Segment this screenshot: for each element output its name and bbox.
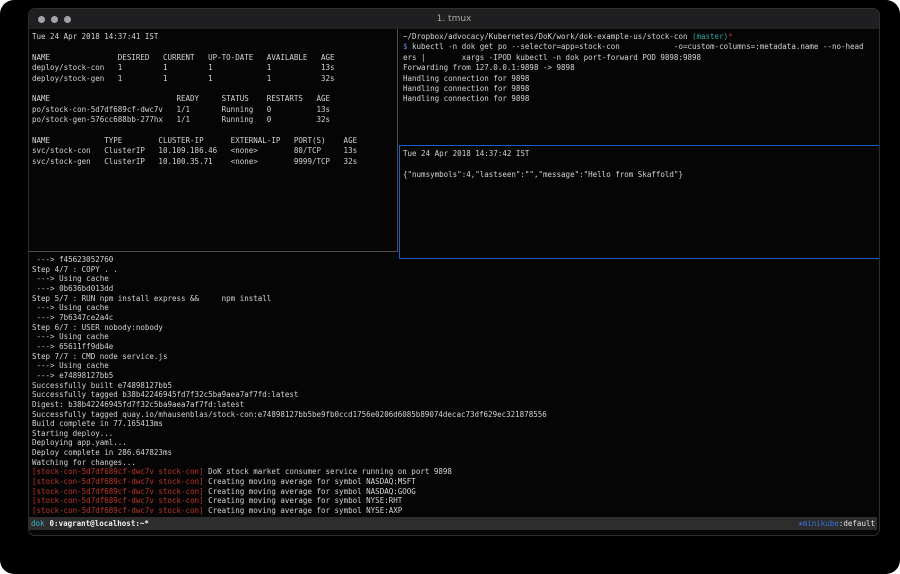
terminal-line: Successfully tagged b38b42246945fd7f32c5…: [32, 390, 875, 400]
terminal-line: [32, 126, 395, 136]
tmux-window-item[interactable]: 0:vagrant@localhost:~*: [50, 519, 149, 528]
terminal-line: Step 7/7 : CMD node service.js: [32, 352, 875, 362]
terminal-line: Starting deploy...: [32, 429, 875, 439]
terminal-line: [stock-con-5d7df689cf-dwc7v stock-con] C…: [32, 487, 875, 497]
terminal-line: Tue 24 Apr 2018 14:37:41 IST: [32, 32, 395, 42]
tmux-session-name[interactable]: dok: [31, 519, 45, 528]
terminal-line: ---> e74898127bb5: [32, 371, 875, 381]
terminal-line: Step 6/7 : USER nobody:nobody: [32, 323, 875, 333]
terminal-line: Forwarding from 127.0.0.1:9898 -> 9898: [403, 63, 875, 73]
pane-divider-horizontal[interactable]: [29, 251, 398, 252]
kube-context-label: minikube: [803, 519, 839, 528]
terminal-line: $ kubectl -n dok get po --selector=app=s…: [403, 42, 875, 52]
terminal-line: po/stock-con-5d7df689cf-dwc7v 1/1 Runnin…: [32, 105, 395, 115]
terminal-line: svc/stock-con ClusterIP 10.109.186.46 <n…: [32, 146, 395, 156]
terminal-line: ---> Using cache: [32, 361, 875, 371]
terminal-line: [stock-con-5d7df689cf-dwc7v stock-con] C…: [32, 506, 875, 516]
terminal-line: Successfully built e74898127bb5: [32, 381, 875, 391]
terminal-line: ers | xargs -IPOD kubectl -n dok port-fo…: [403, 53, 875, 63]
terminal-line: ~/Dropbox/advocacy/Kubernetes/DoK/work/d…: [403, 32, 875, 42]
terminal-line: NAME TYPE CLUSTER-IP EXTERNAL-IP PORT(S)…: [32, 136, 395, 146]
terminal-line: ---> 7b6347ce2a4c: [32, 313, 875, 323]
terminal-line: NAME DESIRED CURRENT UP-TO-DATE AVAILABL…: [32, 53, 395, 63]
pane-port-forward[interactable]: ~/Dropbox/advocacy/Kubernetes/DoK/work/d…: [403, 32, 875, 144]
terminal-line: po/stock-gen-576cc688bb-277hx 1/1 Runnin…: [32, 115, 395, 125]
pane-curl-output-active[interactable]: Tue 24 Apr 2018 14:37:42 IST {"numsymbol…: [399, 145, 880, 259]
pane-divider-vertical[interactable]: [397, 29, 398, 251]
terminal-line: Step 4/7 : COPY . .: [32, 265, 875, 275]
pane-skaffold-log[interactable]: ---> f45623052760Step 4/7 : COPY . . ---…: [32, 255, 875, 516]
terminal-line: [stock-con-5d7df689cf-dwc7v stock-con] C…: [32, 496, 875, 506]
terminal-line: ---> f45623052760: [32, 255, 875, 265]
terminal-line: ---> 0b636bd013dd: [32, 284, 875, 294]
terminal-window: 1. tmux Tue 24 Apr 2018 14:37:41 IST NAM…: [28, 8, 880, 536]
terminal-line: Watching for changes...: [32, 458, 875, 468]
tmux-terminal: Tue 24 Apr 2018 14:37:41 IST NAME DESIRE…: [29, 29, 877, 533]
terminal-line: [32, 84, 395, 94]
terminal-line: Deploying app.yaml...: [32, 438, 875, 448]
terminal-line: NAME READY STATUS RESTARTS AGE: [32, 94, 395, 104]
terminal-line: Tue 24 Apr 2018 14:37:42 IST: [403, 149, 880, 159]
terminal-line: Successfully tagged quay.io/mhausenblas/…: [32, 410, 875, 420]
terminal-line: Handling connection for 9898: [403, 84, 875, 94]
window-title: 1. tmux: [29, 14, 879, 24]
desktop-background: 1. tmux Tue 24 Apr 2018 14:37:41 IST NAM…: [0, 0, 900, 574]
terminal-line: ---> Using cache: [32, 303, 875, 313]
terminal-line: svc/stock-gen ClusterIP 10.100.35.71 <no…: [32, 157, 395, 167]
terminal-line: ---> Using cache: [32, 332, 875, 342]
terminal-line: [stock-con-5d7df689cf-dwc7v stock-con] C…: [32, 477, 875, 487]
terminal-line: Handling connection for 9898: [403, 94, 875, 104]
terminal-line: [403, 159, 880, 169]
terminal-line: ---> Using cache: [32, 274, 875, 284]
terminal-line: deploy/stock-gen 1 1 1 1 32s: [32, 74, 395, 84]
terminal-line: [stock-con-5d7df689cf-dwc7v stock-con] D…: [32, 467, 875, 477]
terminal-line: Deploy complete in 286.647823ms: [32, 448, 875, 458]
terminal-line: {"numsymbols":4,"lastseen":"","message":…: [403, 170, 880, 180]
terminal-line: ---> 65611ff9db4e: [32, 342, 875, 352]
tmux-status-bar: dok 0:vagrant@localhost:~* ⎈ minikube :d…: [29, 517, 877, 530]
terminal-line: [32, 42, 395, 52]
terminal-line: Build complete in 77.165413ms: [32, 419, 875, 429]
terminal-line: deploy/stock-con 1 1 1 1 13s: [32, 63, 395, 73]
terminal-line: Handling connection for 9898: [403, 74, 875, 84]
pane-kubectl-watch[interactable]: Tue 24 Apr 2018 14:37:41 IST NAME DESIRE…: [32, 32, 395, 249]
window-titlebar[interactable]: 1. tmux: [29, 9, 879, 30]
terminal-line: Step 5/7 : RUN npm install express && np…: [32, 294, 875, 304]
kube-namespace-label: :default: [839, 519, 875, 528]
terminal-line: Digest: b38b42246945fd7f32c5ba9aea7af7fd…: [32, 400, 875, 410]
